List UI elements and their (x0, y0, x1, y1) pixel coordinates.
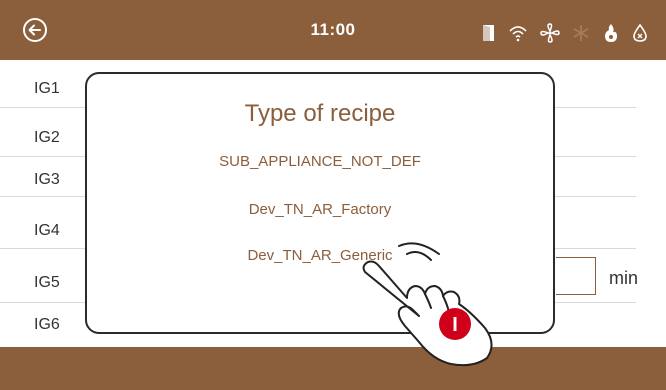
ingredient-label: IG6 (34, 316, 60, 333)
dialog-title: Type of recipe (244, 100, 396, 127)
status-icons (482, 22, 648, 44)
ingredient-label: IG3 (34, 171, 60, 188)
snowflake-icon (573, 25, 589, 41)
option-sub-appliance-not-def[interactable]: SUB_APPLIANCE_NOT_DEF (87, 153, 553, 170)
time-input[interactable] (556, 257, 596, 295)
ingredient-label: IG2 (34, 129, 60, 146)
door-icon (483, 25, 494, 41)
ingredient-label: IG4 (34, 222, 60, 239)
option-dev-tn-ar-factory[interactable]: Dev_TN_AR_Factory (87, 201, 553, 218)
flame-icon (605, 24, 617, 42)
time-unit-label: min (609, 268, 639, 288)
water-drop-icon (633, 23, 647, 42)
ingredient-label: IG1 (34, 80, 60, 97)
wifi-icon (509, 26, 527, 42)
ingredient-label: IG5 (34, 274, 60, 291)
bottom-bar (0, 347, 666, 390)
fan-icon (540, 23, 560, 43)
top-bar: 11:00 (0, 0, 666, 60)
hint-badge-text: I (452, 314, 458, 336)
tap-hint-hand-icon: I (362, 242, 493, 367)
